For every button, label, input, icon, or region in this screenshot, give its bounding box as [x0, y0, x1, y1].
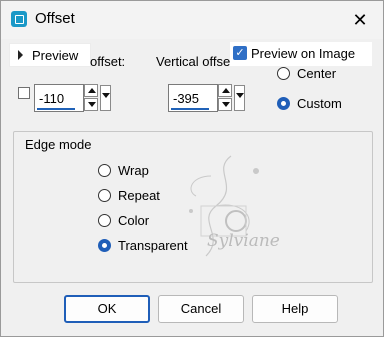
link-checkbox[interactable] — [18, 87, 30, 99]
preview-on-image-label: Preview on Image — [251, 46, 356, 61]
horizontal-offset-input[interactable]: -110 — [34, 84, 84, 112]
window-title: Offset — [35, 10, 75, 27]
checkmark-icon: ✓ — [233, 46, 247, 60]
edge-mode-title: Edge mode — [23, 137, 94, 152]
preview-label: Preview — [32, 48, 79, 63]
vertical-offset-input[interactable]: -395 — [168, 84, 218, 112]
vertical-offset-label: Vertical offse — [156, 54, 231, 69]
wrap-label: Wrap — [118, 163, 149, 178]
cancel-button[interactable]: Cancel — [158, 295, 244, 323]
horizontal-offset-value: -110 — [39, 91, 65, 106]
app-icon — [11, 11, 27, 27]
horizontal-offset-label: offset: — [90, 54, 126, 69]
vertical-offset-spinner: -395 — [168, 84, 248, 112]
expand-arrow-icon — [18, 50, 23, 60]
repeat-radio[interactable]: Repeat — [98, 188, 168, 206]
offset-dialog: Offset ✕ Preview offset: Vertical offse … — [0, 0, 384, 337]
horizontal-offset-spinner: -110 — [34, 84, 114, 112]
vertical-dropdown-button[interactable] — [234, 85, 245, 111]
color-label: Color — [118, 213, 150, 228]
color-radio[interactable]: Color — [98, 213, 168, 231]
preview-toggle[interactable]: Preview — [9, 43, 91, 67]
custom-label: Custom — [297, 96, 342, 111]
title-bar: Offset ✕ — [1, 1, 383, 39]
preview-on-image-checkbox[interactable]: ✓ Preview on Image — [230, 42, 372, 66]
vertical-increment-button[interactable] — [218, 84, 232, 97]
horizontal-decrement-button[interactable] — [84, 98, 98, 111]
vertical-offset-value: -395 — [173, 91, 200, 106]
repeat-label: Repeat — [118, 188, 160, 203]
horizontal-increment-button[interactable] — [84, 84, 98, 97]
transparent-radio[interactable]: Transparent — [98, 238, 198, 256]
horizontal-dropdown-button[interactable] — [100, 85, 111, 111]
close-button[interactable]: ✕ — [346, 7, 374, 33]
wrap-radio[interactable]: Wrap — [98, 163, 168, 181]
center-radio[interactable]: Center — [277, 66, 357, 84]
center-label: Center — [297, 66, 337, 81]
watermark-text: Sylviane — [207, 231, 280, 251]
ok-button[interactable]: OK — [64, 295, 150, 323]
transparent-label: Transparent — [118, 238, 188, 253]
help-button[interactable]: Help — [252, 295, 338, 323]
vertical-decrement-button[interactable] — [218, 98, 232, 111]
custom-radio[interactable]: Custom — [277, 96, 357, 114]
